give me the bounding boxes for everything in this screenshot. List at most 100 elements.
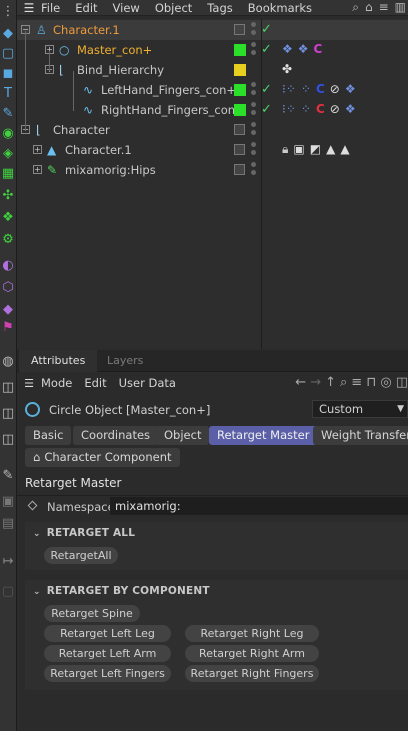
filter-icon[interactable]: ≡ (351, 375, 362, 390)
text-tool-icon[interactable]: T (0, 84, 16, 102)
visibility-dots[interactable] (251, 42, 256, 55)
enabled-check-icon[interactable]: ✓ (261, 82, 272, 97)
phong-tag-icon[interactable]: ◩ (310, 142, 321, 157)
object-row-lefthand-fingers[interactable]: ∿ LeftHand_Fingers_con+ ✓ ⁝⁘ ⁘ C ⊘ ❖ (17, 80, 408, 100)
search-icon[interactable]: ⌕ (352, 0, 359, 15)
object-name[interactable]: Character (53, 123, 110, 137)
menu-file[interactable]: File (41, 1, 60, 15)
ik-tag-icon[interactable]: ⁝⁘ (282, 82, 296, 96)
tab-attributes[interactable]: Attributes (19, 350, 98, 372)
column-divider[interactable] (261, 19, 262, 349)
visibility-dots[interactable] (251, 82, 256, 95)
object-name[interactable]: Character.1 (53, 23, 120, 37)
object-name[interactable]: mixamorig:Hips (65, 163, 156, 177)
tab-character-component[interactable]: ⌂ Character Component (25, 448, 180, 467)
python-tag-icon[interactable]: ❖ (345, 102, 356, 116)
menu-user-data[interactable]: User Data (119, 376, 176, 390)
tab-weight-transfer[interactable]: Weight Transfer (313, 426, 408, 445)
array-icon[interactable]: ▦ (0, 164, 16, 182)
visibility-dots[interactable] (251, 22, 256, 35)
visibility-dots[interactable] (251, 122, 256, 135)
pen-tool-icon[interactable]: ✎ (0, 104, 16, 122)
python-tag-icon[interactable]: ❖ (298, 42, 309, 56)
material-tag-icon[interactable]: ▲ (326, 142, 335, 157)
retarget-all-button[interactable]: RetargetAll (44, 547, 118, 564)
cube-icon[interactable]: ▢ (0, 44, 16, 62)
preset-dropdown[interactable]: Custom ▼ (312, 400, 408, 418)
layer-flag[interactable] (234, 164, 245, 175)
rotate-tool-icon[interactable]: ◼ (0, 64, 16, 82)
material-tag-icon[interactable]: ▲ (340, 142, 349, 157)
layer-color-swatch[interactable] (234, 104, 246, 116)
bend-icon[interactable]: ❖ (0, 208, 16, 226)
object-name[interactable]: Bind_Hierarchy (77, 63, 164, 77)
grid-icon[interactable]: ▣ (0, 492, 16, 510)
animation-key-icon[interactable] (27, 500, 38, 511)
filter-icon[interactable]: ≡ (379, 0, 389, 15)
expand-toggle[interactable]: + (33, 145, 42, 154)
scene-icon[interactable]: ◫ (0, 430, 16, 448)
object-row-righthand-fingers[interactable]: ∿ RightHand_Fingers_con+ ✓ ⁝⁘ ⁘ C ⊘ ❖ (17, 100, 408, 120)
object-row-character[interactable]: − ⌊ Character (17, 120, 408, 140)
layer-flag[interactable] (234, 124, 245, 135)
layer-flag[interactable] (234, 144, 245, 155)
up-arrow-icon[interactable]: ↑ (325, 375, 336, 390)
extra-icon[interactable]: ▢ (0, 582, 16, 600)
layer-flag[interactable] (234, 24, 245, 35)
lock-tag-icon[interactable]: 🔒︎ (282, 142, 288, 157)
tracer-icon[interactable]: ◆ (0, 300, 16, 318)
tab-retarget-master[interactable]: Retarget Master (209, 426, 318, 445)
protection-tag-icon[interactable]: ⊘ (330, 102, 340, 116)
retarget-left-leg-button[interactable]: Retarget Left Leg (44, 625, 171, 642)
lock-icon[interactable]: ⊓ (366, 375, 376, 390)
field-icon[interactable]: ◐ (0, 256, 16, 274)
menu-edit[interactable]: Edit (84, 376, 106, 390)
view-options-icon[interactable]: ▥ (395, 0, 406, 15)
hamburger-menu-icon[interactable]: ☰ (17, 1, 41, 15)
object-row-bind-hierarchy[interactable]: + ⌊ Bind_Hierarchy ✤ (17, 60, 408, 80)
retarget-spine-button[interactable]: Retarget Spine (44, 605, 140, 622)
menu-bookmarks[interactable]: Bookmarks (248, 1, 312, 15)
flag-icon[interactable]: ⚑ (0, 318, 16, 336)
forward-arrow-icon[interactable]: → (310, 375, 321, 390)
enabled-check-icon[interactable]: ✓ (261, 22, 272, 37)
object-name[interactable]: LeftHand_Fingers_con+ (101, 83, 236, 97)
camera-icon[interactable]: ◫ (0, 378, 16, 396)
constraint-tag-icon[interactable]: C (314, 42, 323, 56)
retarget-right-arm-button[interactable]: Retarget Right Arm (185, 645, 319, 662)
namespace-input[interactable] (110, 497, 408, 515)
snap-icon[interactable]: ▤ (0, 514, 16, 532)
retarget-right-fingers-button[interactable]: Retarget Right Fingers (185, 665, 319, 682)
visibility-dots[interactable] (251, 162, 256, 175)
object-name[interactable]: Master_con+ (77, 43, 152, 57)
ik-tag-icon[interactable]: ⁘ (301, 102, 311, 116)
subdivision-icon[interactable]: ◈ (0, 144, 16, 162)
move-tool-icon[interactable]: ◆ (0, 24, 16, 42)
object-row-hips[interactable]: + ✎ mixamorig:Hips (17, 160, 408, 180)
python-tag-icon[interactable]: ❖ (282, 42, 293, 56)
globe-icon[interactable]: ◍ (0, 352, 16, 370)
object-row-master-con[interactable]: + ○ Master_con+ ✓ ❖ ❖ C (17, 40, 408, 60)
effector-icon[interactable]: ⚙ (0, 230, 16, 248)
ik-tag-icon[interactable]: ⁝⁘ (282, 102, 296, 116)
display-tag-icon[interactable]: ▣ (293, 142, 304, 157)
xpresso-tag-icon[interactable]: ✤ (282, 62, 292, 76)
deformer-icon[interactable]: ✣ (0, 186, 16, 204)
object-name[interactable]: RightHand_Fingers_con+ (101, 103, 245, 117)
back-arrow-icon[interactable]: ← (295, 375, 306, 390)
layer-color-swatch[interactable] (234, 44, 246, 56)
menu-view[interactable]: View (113, 1, 140, 15)
tab-coordinates[interactable]: Coordinates (73, 426, 159, 445)
volume-icon[interactable]: ⬡ (0, 278, 16, 296)
group-header[interactable]: ⌄ RETARGET BY COMPONENT (33, 585, 210, 597)
home-icon[interactable]: ⌂ (365, 0, 373, 15)
menu-tags[interactable]: Tags (207, 1, 232, 15)
retarget-left-fingers-button[interactable]: Retarget Left Fingers (44, 665, 171, 682)
brush-icon[interactable]: ✎ (0, 466, 16, 484)
tab-object[interactable]: Object (156, 426, 210, 445)
constraint-tag-icon[interactable]: C (316, 82, 325, 96)
visibility-dots[interactable] (251, 102, 256, 115)
tab-layers[interactable]: Layers (95, 350, 155, 372)
new-window-icon[interactable]: ◫ (396, 375, 408, 390)
menu-object[interactable]: Object (155, 1, 192, 15)
